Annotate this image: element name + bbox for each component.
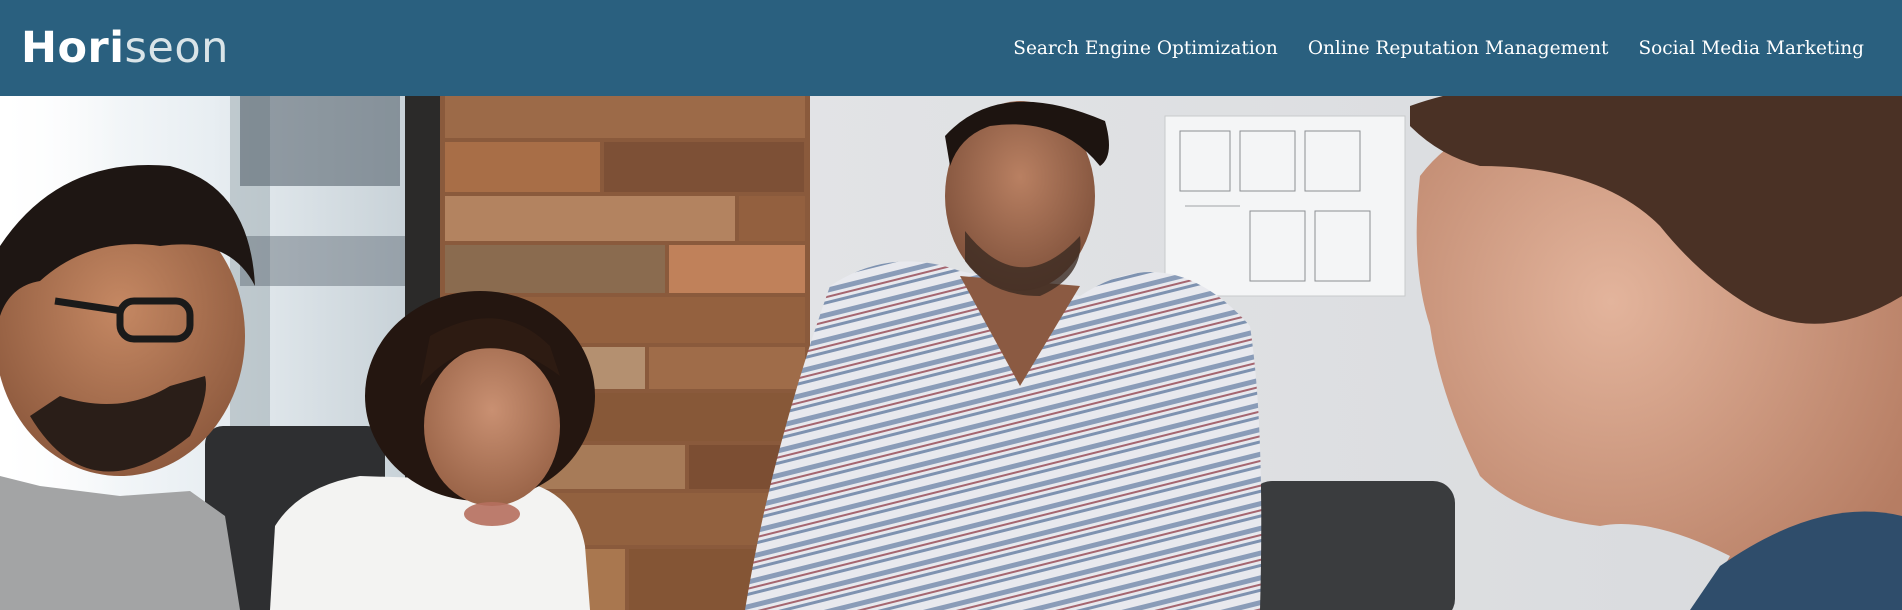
main-nav: Search Engine Optimization Online Reputa…: [1013, 38, 1864, 59]
site-header: Hori seon Search Engine Optimization Onli…: [0, 0, 1902, 96]
nav-link-social[interactable]: Social Media Marketing: [1638, 38, 1864, 59]
nav-link-reputation[interactable]: Online Reputation Management: [1308, 38, 1609, 59]
hero-image: [0, 96, 1902, 610]
nav-link-seo[interactable]: Search Engine Optimization: [1013, 38, 1278, 59]
team-meeting-photo: [0, 96, 1902, 610]
wall-sketches: [1164, 115, 1406, 297]
logo-text-primary: Hori: [21, 22, 125, 73]
site-logo[interactable]: Hori seon: [21, 22, 229, 73]
logo-text-secondary: seon: [124, 22, 229, 73]
person-left: [0, 165, 255, 610]
